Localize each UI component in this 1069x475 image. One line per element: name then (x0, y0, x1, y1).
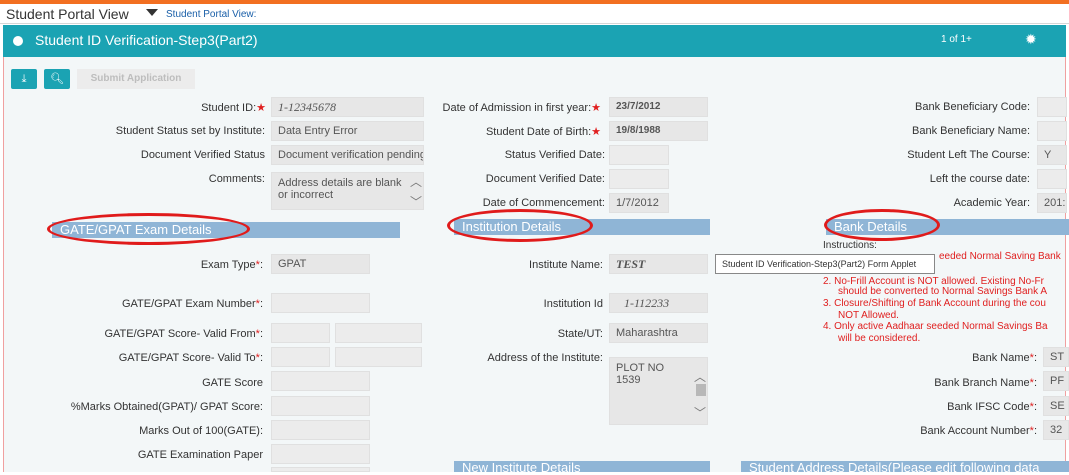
bank-branch-label: Bank Branch Name*: (934, 377, 1037, 389)
doc-verified-date-field[interactable] (609, 169, 669, 189)
commencement-date-field[interactable]: 1/7/2012 (609, 193, 669, 213)
applet-collapse-icon[interactable] (13, 36, 23, 46)
applet-tooltip: Student ID Verification-Step3(Part2) For… (715, 254, 935, 274)
left-course-date-field[interactable] (1037, 169, 1067, 189)
instruction-3a: 3. Closure/Shifting of Bank Account duri… (823, 298, 1046, 309)
bank-beneficiary-name-field[interactable] (1037, 121, 1067, 141)
instruction-4a: 4. Only active Aadhaar seeded Normal Sav… (823, 321, 1048, 332)
bank-ifsc-field[interactable]: SE (1043, 396, 1069, 416)
valid-to-field[interactable] (271, 347, 330, 367)
institute-address-label: Address of the Institute: (487, 352, 603, 364)
state-ut-field[interactable]: Maharashtra (609, 323, 708, 343)
exam-number-label: GATE/GPAT Exam Number*: (121, 298, 263, 310)
address-scroll-up-icon[interactable]: ︿ (694, 368, 706, 385)
state-ut-label: State/UT: (557, 328, 603, 340)
comments-textarea[interactable]: Address details are blank or incorrect (271, 172, 424, 210)
applet-title: Student ID Verification-Step3(Part2) (35, 32, 258, 48)
comments-scroll-up-icon[interactable]: ︿ (410, 173, 422, 190)
bank-name-label: Bank Name*: (972, 352, 1037, 364)
student-address-section-header: Student Address Details(Please edit foll… (741, 461, 1069, 472)
academic-year-label: Academic Year: (953, 197, 1030, 209)
instruction-4b: will be considered. (838, 333, 921, 344)
exam-number-field[interactable] (271, 293, 370, 313)
instruction-1: eeded Normal Saving Bank (939, 251, 1061, 262)
instruction-3b: NOT Allowed. (838, 310, 899, 321)
address-scroll-down-icon[interactable]: ﹀ (694, 404, 706, 421)
commencement-date-label: Date of Commencement: (482, 197, 605, 209)
valid-from-field-2[interactable] (335, 323, 422, 343)
left-course-label: Student Left The Course: (907, 149, 1030, 161)
status-verified-date-field[interactable] (609, 145, 669, 165)
student-status-field[interactable]: Data Entry Error (271, 121, 424, 141)
gate-next-field[interactable] (271, 467, 370, 472)
gate-paper-field[interactable] (271, 444, 370, 464)
marks-obtained-label: %Marks Obtained(GPAT)/ GPAT Score: (70, 401, 263, 413)
student-id-field[interactable]: 1-12345678 (271, 97, 424, 117)
view-breadcrumb-link[interactable]: Student Portal View: (166, 9, 256, 20)
submit-application-button[interactable]: Submit Application (77, 69, 195, 89)
annotation-ring-gate (47, 213, 250, 245)
left-course-date-label: Left the course date: (929, 173, 1030, 185)
record-pager[interactable]: 1 of 1+ (941, 34, 972, 45)
bank-beneficiary-code-field[interactable] (1037, 97, 1067, 117)
bank-account-label: Bank Account Number*: (920, 425, 1037, 437)
download-button[interactable]: ⤓ (11, 69, 37, 89)
view-dropdown-icon[interactable] (146, 9, 158, 16)
view-bar: Student Portal View Student Portal View: (0, 4, 1069, 24)
student-id-label: Student ID:★ (201, 102, 266, 114)
exam-type-field[interactable]: GPAT (271, 254, 370, 274)
exam-type-label: Exam Type*: (200, 259, 263, 271)
admission-date-label: Date of Admission in first year:★ (442, 102, 601, 114)
address-scroll-thumb[interactable] (696, 384, 706, 396)
comments-scroll-down-icon[interactable]: ﹀ (410, 193, 422, 210)
applet-header: Student ID Verification-Step3(Part2) 1 o… (3, 25, 1066, 57)
bank-name-field[interactable]: ST (1043, 347, 1069, 367)
instructions-label: Instructions: (823, 240, 877, 251)
gate-paper-label: GATE Examination Paper (137, 449, 263, 461)
bank-branch-field[interactable]: PF (1043, 371, 1069, 391)
dob-field[interactable]: 19/8/1988 (609, 121, 708, 141)
view-title: Student Portal View (6, 6, 129, 22)
institute-name-field[interactable]: TEST (609, 254, 708, 274)
institute-name-label: Institute Name: (529, 259, 603, 271)
doc-verified-status-label: Document Verified Status (140, 149, 265, 161)
annotation-ring-bank (824, 209, 940, 241)
marks-obtained-field[interactable] (271, 396, 370, 416)
instruction-2b: should be converted to Normal Savings Ba… (838, 286, 1048, 297)
admission-date-field[interactable]: 23/7/2012 (609, 97, 708, 117)
dob-label: Student Date of Birth:★ (485, 126, 601, 138)
bank-account-field[interactable]: 32 (1043, 420, 1069, 440)
valid-from-field[interactable] (271, 323, 330, 343)
status-verified-date-label: Status Verified Date: (504, 149, 605, 161)
bank-beneficiary-code-label: Bank Beneficiary Code: (915, 101, 1030, 113)
annotation-ring-institution (447, 209, 593, 242)
valid-to-label: GATE/GPAT Score- Valid To*: (118, 352, 263, 364)
institution-id-label: Institution Id (543, 298, 603, 310)
bank-ifsc-label: Bank IFSC Code*: (947, 401, 1037, 413)
gate-score-label: GATE Score (202, 377, 263, 389)
left-course-field[interactable]: Y (1037, 145, 1067, 165)
valid-to-field-2[interactable] (335, 347, 422, 367)
search-icon: 🔍︎ (50, 73, 64, 85)
doc-verified-status-field[interactable]: Document verification pending (271, 145, 424, 165)
search-button[interactable]: 🔍︎ (44, 69, 70, 89)
new-institute-section-header: New Institute Details (454, 461, 710, 475)
institution-id-field[interactable]: 1-112233 (609, 293, 708, 313)
gear-icon[interactable]: ✹ (1025, 32, 1039, 46)
doc-verified-date-label: Document Verified Date: (485, 173, 605, 185)
gate-score-field[interactable] (271, 371, 370, 391)
academic-year-field[interactable]: 201: (1037, 193, 1067, 213)
marks-100-field[interactable] (271, 420, 370, 440)
valid-from-label: GATE/GPAT Score- Valid From*: (104, 328, 263, 340)
marks-100-label: Marks Out of 100(GATE): (139, 425, 263, 437)
download-icon: ⤓ (21, 73, 27, 85)
comments-label: Comments: (208, 173, 265, 185)
student-status-label: Student Status set by Institute: (115, 125, 265, 137)
bank-beneficiary-name-label: Bank Beneficiary Name: (912, 125, 1030, 137)
